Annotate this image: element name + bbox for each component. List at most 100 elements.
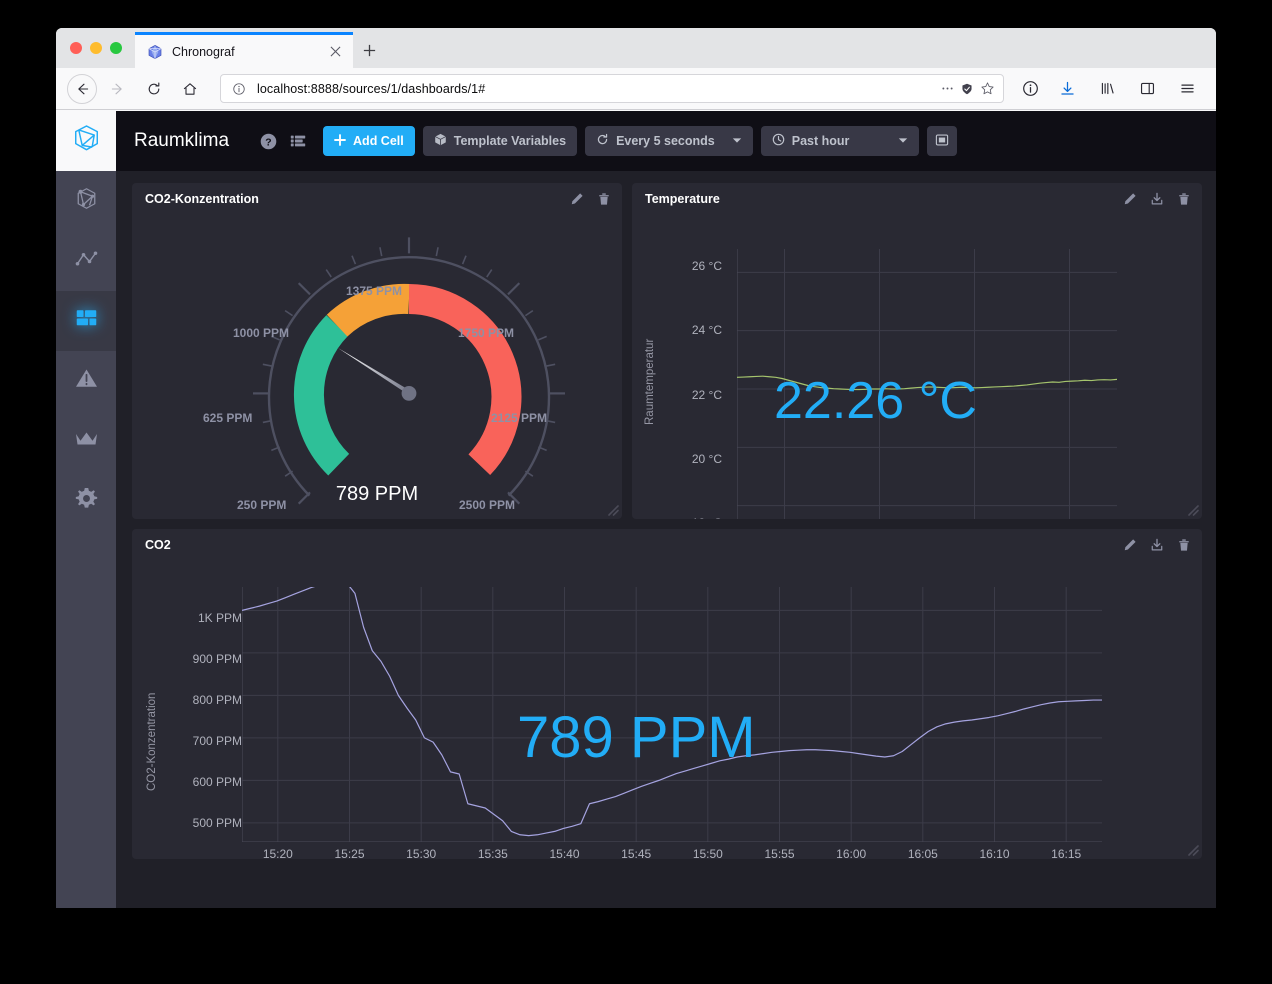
- gear-icon: [73, 485, 100, 517]
- resize-handle-icon[interactable]: [605, 502, 619, 516]
- tracking-protection-icon[interactable]: [1015, 74, 1045, 104]
- chevron-down-icon: [898, 136, 908, 146]
- new-tab-button[interactable]: [353, 32, 385, 68]
- sidebar-item-alerting[interactable]: [56, 351, 116, 411]
- url-bar[interactable]: localhost:8888/sources/1/dashboards/1#: [220, 74, 1004, 103]
- host-network-icon: [73, 185, 100, 217]
- x-tick-label: 15:40: [549, 847, 580, 859]
- y-tick-label: 22 °C: [691, 388, 722, 402]
- info-circle-icon[interactable]: [229, 79, 249, 99]
- sidebar-icon[interactable]: [1132, 74, 1162, 104]
- y-tick-label: 700 PPM: [192, 734, 242, 748]
- sidebar-item-admin[interactable]: [56, 411, 116, 471]
- plus-icon: [334, 133, 346, 149]
- resize-handle-icon[interactable]: [1185, 842, 1199, 856]
- forward-arrow-icon[interactable]: [103, 74, 133, 104]
- chevron-down-icon: [732, 136, 742, 146]
- cube-icon: [434, 133, 447, 149]
- dashboard-cells-area: CO2-Konzentration 250 PPM 625 PPM 1000 P…: [116, 171, 1216, 908]
- chronograf-logo-icon: [147, 44, 163, 60]
- trash-icon[interactable]: [1177, 538, 1192, 553]
- library-icon[interactable]: [1092, 74, 1122, 104]
- home-icon[interactable]: [175, 74, 205, 104]
- sidebar-item-host-list[interactable]: [56, 171, 116, 231]
- dashboard-grid-icon: [73, 305, 100, 337]
- cell-header: CO2: [132, 529, 1202, 561]
- x-tick-label: 15:55: [764, 847, 795, 859]
- cell-co2-gauge[interactable]: CO2-Konzentration 250 PPM 625 PPM 1000 P…: [132, 183, 622, 519]
- y-tick-label: 600 PPM: [192, 775, 242, 789]
- back-arrow-icon[interactable]: [67, 73, 97, 104]
- url-input[interactable]: localhost:8888/sources/1/dashboards/1#: [257, 82, 937, 96]
- gauge-body: 250 PPM 625 PPM 1000 PPM 1375 PPM 1750 P…: [132, 215, 622, 519]
- app-sidebar: [56, 111, 116, 908]
- cell-title: CO2: [145, 538, 171, 552]
- y-tick-label: 18 °C: [660, 516, 722, 519]
- download-icon[interactable]: [1052, 74, 1082, 104]
- window-controls: [56, 28, 135, 68]
- cell-header: Temperature: [632, 183, 1202, 215]
- trash-icon[interactable]: [597, 192, 612, 207]
- hamburger-menu-icon[interactable]: [1172, 74, 1202, 104]
- time-range-label: Past hour: [791, 134, 850, 148]
- download-icon[interactable]: [1150, 192, 1165, 207]
- temperature-chart-body: Raumtemperatur 26 °C 24 °C 22 °C 20 °C 1…: [632, 215, 1202, 519]
- sidebar-item-logo[interactable]: [56, 111, 116, 171]
- time-range-dropdown[interactable]: Past hour: [760, 126, 919, 156]
- shield-icon[interactable]: [957, 79, 977, 99]
- resize-handle-icon[interactable]: [1185, 502, 1199, 516]
- x-tick-label: 16:00: [836, 847, 867, 859]
- sidebar-item-dashboards[interactable]: [56, 291, 116, 351]
- y-axis-label: CO2-Konzentration: [146, 692, 158, 791]
- reload-icon[interactable]: [139, 74, 169, 104]
- minimize-traffic-light[interactable]: [90, 42, 102, 54]
- y-tick-label: 26 °C: [691, 259, 722, 273]
- chronograf-app: Raumklima ? Add Cell Template Variables …: [56, 111, 1216, 908]
- y-tick-label: 900 PPM: [192, 652, 242, 666]
- y-tick-label: 20 °C: [691, 452, 722, 466]
- y-axis-label: Raumtemperatur: [644, 338, 656, 425]
- y-tick-label: 24 °C: [691, 323, 722, 337]
- gauge-chart: [253, 237, 565, 505]
- add-cell-button[interactable]: Add Cell: [323, 126, 415, 156]
- browser-nav-bar: localhost:8888/sources/1/dashboards/1#: [56, 68, 1216, 110]
- notes-list-icon[interactable]: [287, 130, 309, 152]
- x-tick-label: 15:25: [334, 847, 365, 859]
- cell-tools: [1123, 192, 1192, 207]
- pencil-icon[interactable]: [1123, 192, 1138, 207]
- gauge-tick-label: 1750 PPM: [458, 326, 515, 340]
- browser-window: Chronograf localhost:8888/sources/1/dash…: [56, 28, 1216, 908]
- ellipsis-icon[interactable]: [937, 79, 957, 99]
- presentation-mode-button[interactable]: [926, 126, 957, 156]
- close-icon[interactable]: [326, 43, 344, 61]
- sidebar-item-data-explorer[interactable]: [56, 231, 116, 291]
- refresh-rate-dropdown[interactable]: Every 5 seconds: [585, 126, 753, 156]
- close-traffic-light[interactable]: [70, 42, 82, 54]
- maximize-traffic-light[interactable]: [110, 42, 122, 54]
- cell-tools: [1123, 538, 1192, 553]
- cell-temperature[interactable]: Temperature Raumtemperatur 26 °C 24 °C 2…: [632, 183, 1202, 519]
- download-icon[interactable]: [1150, 538, 1165, 553]
- dashboard-toolbar: ? Add Cell Template Variables Every 5 se…: [257, 126, 957, 156]
- trash-icon[interactable]: [1177, 192, 1192, 207]
- pencil-icon[interactable]: [1123, 538, 1138, 553]
- x-tick-label: 15:50: [692, 847, 723, 859]
- gauge-tick-label: 625 PPM: [203, 411, 253, 425]
- y-tick-label: 800 PPM: [192, 693, 242, 707]
- star-icon[interactable]: [977, 79, 997, 99]
- sidebar-item-configuration[interactable]: [56, 471, 116, 531]
- question-mark-circle-icon[interactable]: ?: [257, 130, 279, 152]
- temperature-plot: [737, 249, 1117, 519]
- template-variables-button[interactable]: Template Variables: [422, 126, 578, 156]
- dashboard-column: Raumklima ? Add Cell Template Variables …: [116, 111, 1216, 908]
- browser-tab[interactable]: Chronograf: [135, 32, 353, 68]
- svg-text:?: ?: [265, 137, 271, 148]
- y-tick-label: 1K PPM: [197, 611, 242, 625]
- clock-icon: [772, 133, 785, 149]
- co2-plot: [242, 587, 1102, 842]
- alert-triangle-icon: [73, 365, 100, 397]
- browser-tab-strip: Chronograf: [56, 28, 1216, 68]
- cell-co2[interactable]: CO2 CO2-Konzentration 1K PPM 900 PPM 800…: [132, 529, 1202, 859]
- pencil-icon[interactable]: [570, 192, 585, 207]
- refresh-rate-label: Every 5 seconds: [616, 134, 715, 148]
